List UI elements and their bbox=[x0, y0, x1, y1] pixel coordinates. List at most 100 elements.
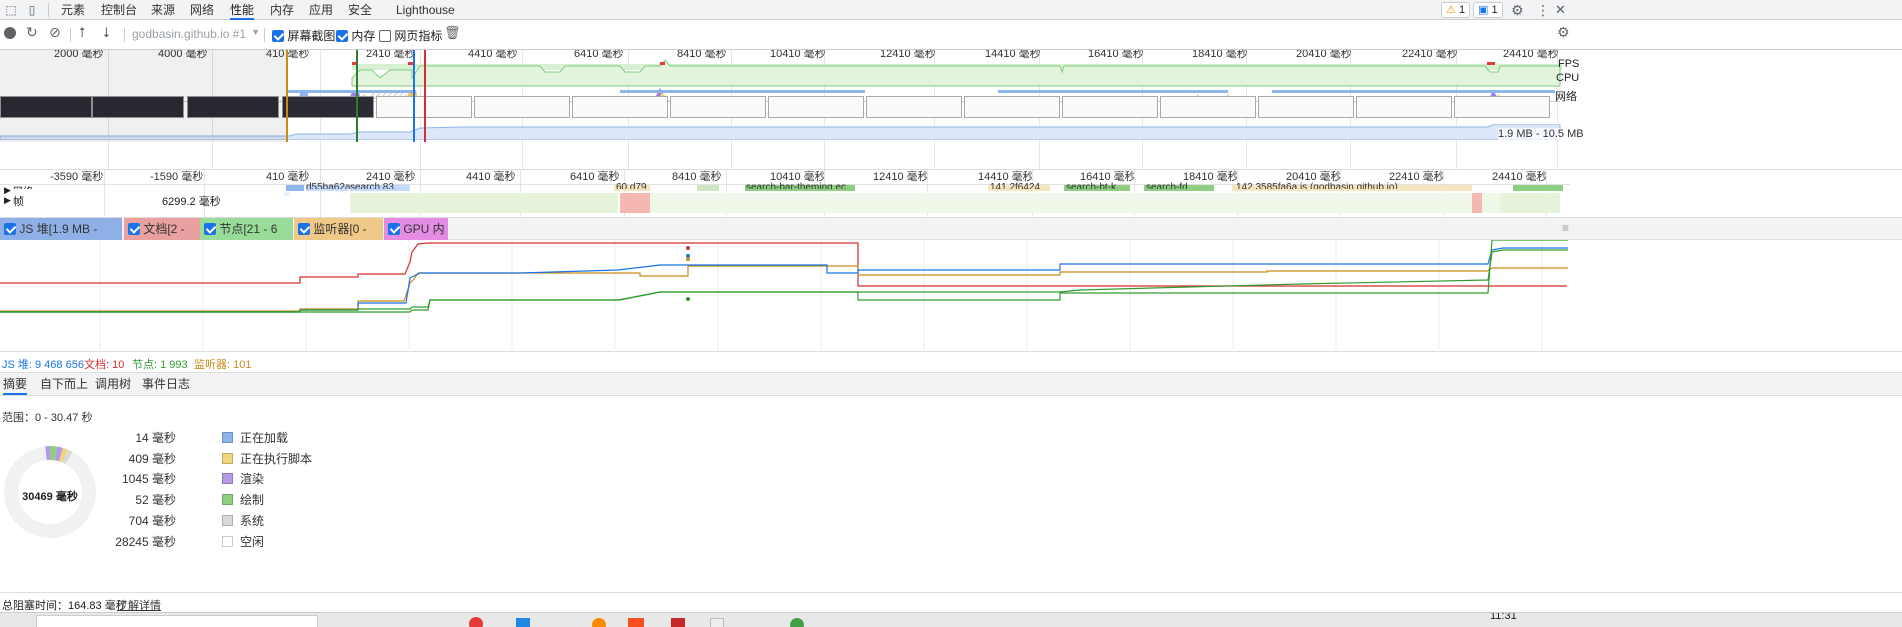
summary-row: 28245 毫秒 空闲 bbox=[0, 533, 320, 551]
messages-badge[interactable]: ▣ 1 bbox=[1473, 2, 1503, 18]
tab-elements[interactable]: 元素 bbox=[61, 0, 85, 20]
memory-graph bbox=[0, 239, 1568, 352]
screenshot-thumbnail[interactable] bbox=[572, 96, 668, 118]
record-icon[interactable] bbox=[4, 27, 16, 39]
screenshot-thumbnail[interactable] bbox=[866, 96, 962, 118]
tab-summary[interactable]: 摘要 bbox=[3, 373, 28, 395]
recording-select[interactable]: godbasin.github.io #1 ▼ bbox=[132, 27, 260, 41]
gear-icon[interactable]: ⚙ bbox=[1511, 2, 1524, 19]
capture-settings-gear-icon[interactable]: ⚙ bbox=[1557, 24, 1570, 41]
summary-row-swatch bbox=[222, 432, 233, 443]
ruler-tick-label: 8410 毫秒 bbox=[672, 171, 722, 183]
tab-memory[interactable]: 内存 bbox=[270, 0, 294, 20]
screenshots-checkbox[interactable] bbox=[272, 30, 284, 42]
tab-bottom-up[interactable]: 自下而上 bbox=[40, 373, 88, 395]
reload-icon[interactable]: ↻ bbox=[26, 24, 38, 41]
memory-legend: JS 堆[1.9 MB - 10.5 MB] 文档[2 - 10] 节点[21 … bbox=[0, 218, 1902, 258]
flame-event-label[interactable]: 60.d79… bbox=[616, 182, 657, 189]
taskbar-app-icon[interactable] bbox=[516, 618, 530, 627]
taskbar-app-icon[interactable] bbox=[790, 618, 804, 627]
timeline-overview[interactable]: 2000 毫秒 4000 毫秒 410 毫秒 2410 毫秒 4410 毫秒 6410 毫… bbox=[0, 50, 1902, 170]
screenshot-thumbnail[interactable] bbox=[964, 96, 1060, 118]
summary-row-swatch bbox=[222, 535, 233, 547]
flame-event-label[interactable]: 141.2f6424… bbox=[990, 182, 1050, 189]
tab-lighthouse[interactable]: Lighthouse bbox=[396, 0, 455, 20]
flame-chart[interactable]: -3590 毫秒 -1590 毫秒 410 毫秒 2410 毫秒 4410 毫秒 6410… bbox=[0, 170, 1902, 218]
listeners-value: 监听器: 101 bbox=[194, 359, 252, 371]
taskbar-app-icon[interactable] bbox=[710, 618, 724, 627]
ruler-tick-label: 6410 毫秒 bbox=[570, 171, 620, 183]
nodes-checkbox[interactable] bbox=[204, 223, 216, 235]
screenshot-thumbnail[interactable] bbox=[282, 96, 374, 118]
tab-performance[interactable]: 性能 bbox=[230, 0, 255, 20]
details-tab-bar: 摘要 自下而上 调用树 事件日志 bbox=[0, 372, 1902, 396]
warnings-badge[interactable]: ⚠ 1 bbox=[1441, 2, 1471, 18]
screenshot-thumbnail[interactable] bbox=[1062, 96, 1158, 118]
legend-drag-handle-icon[interactable]: ≡ bbox=[1562, 221, 1569, 235]
download-icon[interactable]: ⭣ bbox=[103, 24, 110, 41]
messages-count: 1 bbox=[1491, 4, 1498, 16]
listeners-checkbox[interactable] bbox=[298, 223, 310, 235]
nodes-value: 节点: 1 993 bbox=[132, 359, 188, 371]
flame-event-label[interactable]: search.83… bbox=[350, 182, 404, 189]
flame-event-label[interactable]: 142.3585fa6a.js (godbasin.github.io) bbox=[1236, 182, 1398, 189]
tabbar-divider bbox=[48, 3, 49, 17]
tab-call-tree[interactable]: 调用树 bbox=[95, 373, 131, 395]
upload-icon[interactable]: ⭡ bbox=[79, 24, 86, 41]
memory-counters-readout: JS 堆: 9 468 656 文档: 10 节点: 1 993 监听器: 10… bbox=[0, 352, 1902, 372]
screenshot-thumbnail[interactable] bbox=[670, 96, 766, 118]
tab-application[interactable]: 应用 bbox=[309, 0, 333, 20]
ruler-tick-label: 24410 毫秒 bbox=[1492, 171, 1548, 183]
message-icon: ▣ bbox=[1478, 4, 1489, 16]
memory-toggle[interactable]: 内存 bbox=[336, 27, 375, 44]
web-vitals-label: 网页指标 bbox=[394, 29, 443, 43]
overview-marker-line bbox=[356, 50, 358, 142]
screenshots-toggle[interactable]: 屏幕截图 bbox=[272, 27, 335, 44]
overview-selection-left-handle[interactable] bbox=[286, 50, 288, 142]
learn-more-link[interactable]: 了解详情 bbox=[117, 597, 161, 613]
clear-icon[interactable]: ⊘ bbox=[49, 24, 61, 41]
tab-console[interactable]: 控制台 bbox=[101, 0, 137, 20]
gpu-memory-checkbox[interactable] bbox=[388, 223, 400, 235]
screenshot-thumbnail[interactable] bbox=[474, 96, 570, 118]
legend-documents[interactable]: 文档[2 - 10] bbox=[124, 218, 200, 258]
taskbar-app-icon[interactable] bbox=[469, 617, 483, 627]
taskbar-app-icon[interactable] bbox=[592, 618, 606, 627]
tab-sources[interactable]: 来源 bbox=[151, 0, 175, 20]
tab-network[interactable]: 网络 bbox=[190, 0, 214, 20]
web-vitals-checkbox[interactable] bbox=[379, 30, 391, 42]
overview-unselected-left bbox=[0, 50, 287, 142]
js-heap-checkbox[interactable] bbox=[4, 223, 16, 235]
warning-icon: ⚠ bbox=[1446, 4, 1456, 16]
flame-event-label[interactable]: search-fd… bbox=[1146, 182, 1198, 189]
memory-checkbox[interactable] bbox=[336, 30, 348, 42]
memory-counters-chart[interactable] bbox=[0, 239, 1902, 352]
ruler-tick-label: -1590 毫秒 bbox=[150, 171, 204, 183]
legend-nodes[interactable]: 节点[21 - 6 210] bbox=[200, 218, 293, 258]
web-vitals-toggle[interactable]: 网页指标 bbox=[379, 27, 442, 44]
device-toolbar-icon[interactable]: ▯ bbox=[26, 3, 38, 17]
legend-listeners[interactable]: 监听器[0 - 125] bbox=[294, 218, 383, 258]
taskbar-app-icon[interactable] bbox=[671, 618, 685, 627]
tab-event-log[interactable]: 事件日志 bbox=[142, 373, 190, 395]
close-icon[interactable]: ✕ bbox=[1555, 2, 1566, 18]
summary-row-swatch bbox=[222, 473, 233, 485]
taskbar-app-icon[interactable] bbox=[628, 618, 644, 627]
inspect-element-icon[interactable]: ⬚ bbox=[4, 3, 18, 17]
summary-row-value: 1045 毫秒 bbox=[121, 472, 176, 487]
screenshot-thumbnail[interactable] bbox=[1454, 96, 1550, 118]
trash-icon[interactable]: 🗑 bbox=[444, 25, 461, 41]
more-options-icon[interactable]: ⋮ bbox=[1536, 2, 1550, 19]
documents-checkbox[interactable] bbox=[128, 223, 140, 235]
legend-gpu-memory[interactable]: GPU 内存 bbox=[384, 218, 448, 258]
tab-security[interactable]: 安全 bbox=[348, 0, 372, 20]
screenshot-thumbnail[interactable] bbox=[768, 96, 864, 118]
taskbar-search-box[interactable] bbox=[36, 615, 318, 627]
flame-event-label[interactable]: search-bt-k… bbox=[1066, 182, 1126, 189]
flame-event-label[interactable]: search-bar-theming.ec… bbox=[746, 182, 856, 189]
screenshot-thumbnail[interactable] bbox=[1258, 96, 1354, 118]
screenshot-thumbnail[interactable] bbox=[1160, 96, 1256, 118]
performance-toolbar: ↻ ⊘ ⭡ ⭣ godbasin.github.io #1 ▼ 屏幕截图 内存 … bbox=[0, 20, 1902, 50]
screenshot-thumbnail[interactable] bbox=[1356, 96, 1452, 118]
legend-js-heap[interactable]: JS 堆[1.9 MB - 10.5 MB] bbox=[0, 218, 122, 258]
